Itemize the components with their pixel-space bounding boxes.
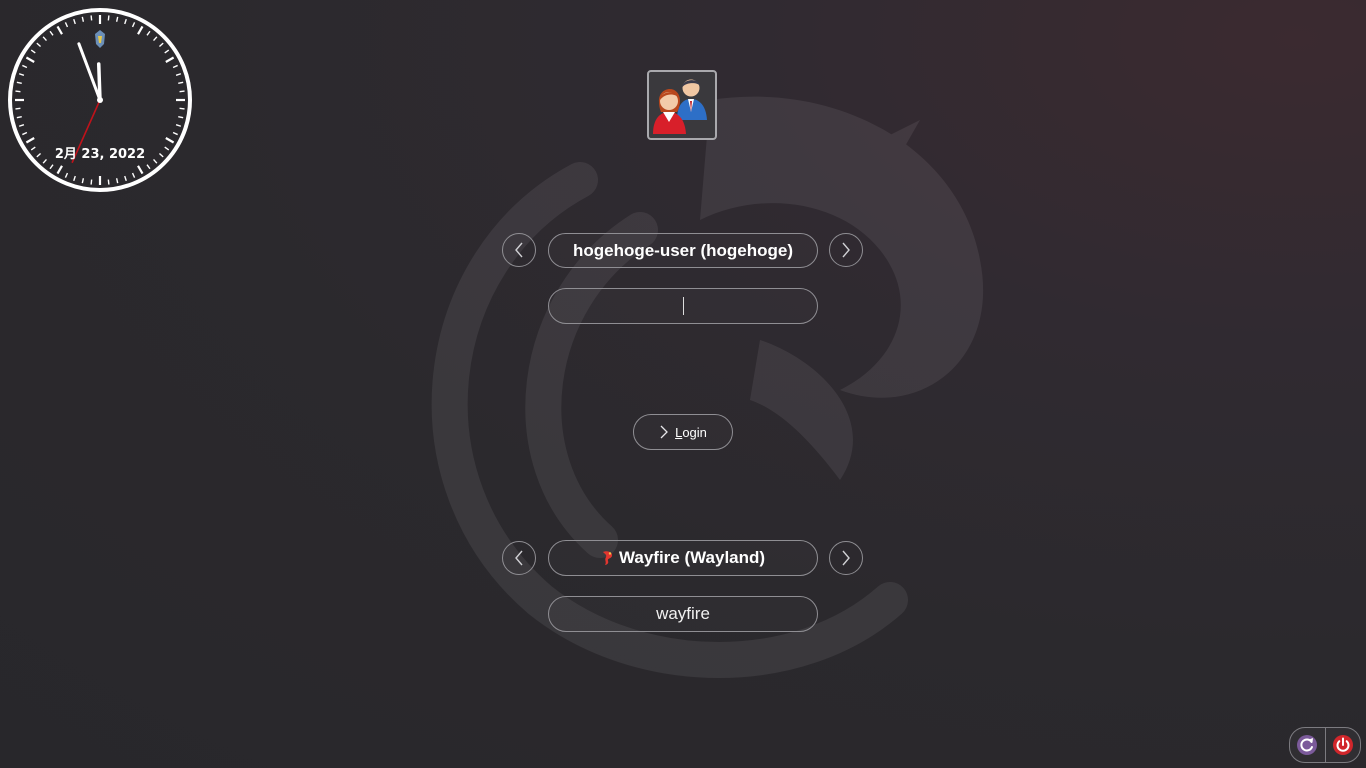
restart-icon <box>1297 735 1318 755</box>
session-command: wayfire <box>656 604 710 623</box>
clock-tick <box>178 81 184 85</box>
chevron-left-icon <box>515 550 523 566</box>
user-avatar <box>647 70 717 140</box>
clock-tick <box>18 73 25 76</box>
clock-tick <box>179 107 185 110</box>
clock-tick <box>115 16 119 22</box>
clock-tick <box>22 131 28 136</box>
clock-tick <box>30 49 36 54</box>
clock-tick <box>124 18 127 25</box>
clock-tick <box>179 90 185 93</box>
power-icon <box>1332 735 1353 755</box>
clock-logo-icon <box>95 30 105 48</box>
clock-tick <box>49 30 54 36</box>
shutdown-button[interactable] <box>1326 728 1361 762</box>
clock-tick <box>25 56 35 63</box>
next-session-button[interactable] <box>829 541 863 575</box>
clock-tick <box>56 25 63 35</box>
clock-tick <box>131 22 136 28</box>
clock-tick <box>81 16 85 22</box>
clock-tick <box>178 115 184 119</box>
session-name: Wayfire (Wayland) <box>618 548 766 567</box>
user-name: hogehoge-user (hogehoge) <box>572 240 794 260</box>
clock-tick <box>131 172 136 178</box>
clock-tick <box>16 81 22 85</box>
chevron-right-icon <box>842 242 850 258</box>
next-user-button[interactable] <box>829 233 863 267</box>
users-avatar-icon <box>653 79 707 134</box>
clock-tick <box>175 124 182 127</box>
clock-tick <box>107 179 110 185</box>
previous-session-button[interactable] <box>502 541 536 575</box>
minute-hand <box>77 42 102 102</box>
clock-tick <box>165 56 175 63</box>
chevron-left-icon <box>515 242 523 258</box>
clock-face <box>8 8 192 192</box>
clock-tick <box>124 175 127 182</box>
user-selector[interactable]: hogehoge-user (hogehoge) <box>548 233 818 268</box>
clock-tick <box>64 172 69 178</box>
clock-tick <box>153 36 158 42</box>
previous-user-button[interactable] <box>502 233 536 267</box>
clock-tick <box>146 30 151 36</box>
chevron-right-icon <box>842 550 850 566</box>
clock-tick <box>158 42 164 47</box>
clock-tick <box>90 15 93 21</box>
clock-tick <box>175 73 182 76</box>
clock-tick <box>107 15 110 21</box>
login-button[interactable]: Login <box>633 414 733 450</box>
clock-tick <box>64 22 69 28</box>
session-selector[interactable]: Wayfire (Wayland) <box>548 540 818 576</box>
clock-tick <box>15 90 21 93</box>
clock-tick <box>15 107 21 110</box>
clock-tick <box>56 165 63 175</box>
wayfire-logo-icon <box>601 550 615 566</box>
clock-tick <box>137 25 144 35</box>
clock-tick <box>164 49 170 54</box>
clock-tick <box>73 18 76 25</box>
power-controls <box>1289 727 1361 763</box>
clock-tick <box>22 64 28 69</box>
login-label: Login <box>675 425 707 440</box>
clock-tick <box>73 175 76 182</box>
clock-tick <box>36 42 42 47</box>
clock-tick <box>90 179 93 185</box>
clock-tick <box>137 165 144 175</box>
chevron-right-icon <box>660 425 669 439</box>
clock-tick <box>146 164 151 170</box>
clock-tick <box>81 178 85 184</box>
clock-tick <box>115 178 119 184</box>
password-input[interactable] <box>548 288 818 324</box>
clock-tick <box>25 137 35 144</box>
session-command-field[interactable]: wayfire <box>548 596 818 632</box>
text-cursor <box>682 297 684 315</box>
restart-button[interactable] <box>1290 728 1325 762</box>
login-label-rest: ogin <box>682 424 707 440</box>
analog-clock: 2月 23, 2022 <box>6 6 194 194</box>
clock-tick <box>16 115 22 119</box>
clock-tick <box>172 131 178 136</box>
clock-tick <box>18 124 25 127</box>
clock-date: 2月 23, 2022 <box>54 147 146 162</box>
clock-tick <box>49 164 54 170</box>
clock-tick <box>165 137 175 144</box>
clock-tick <box>172 64 178 69</box>
clock-tick <box>42 36 47 42</box>
